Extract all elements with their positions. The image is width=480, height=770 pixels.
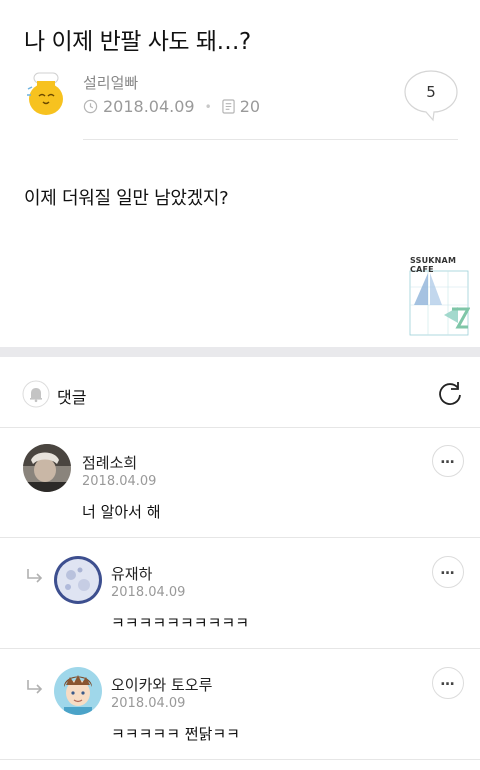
- refresh-icon[interactable]: [436, 380, 464, 408]
- reply-arrow-icon: [27, 569, 43, 583]
- commenter-avatar[interactable]: [23, 444, 71, 492]
- post-body: 이제 더워질 일만 남았겠지?: [24, 188, 229, 209]
- reply-arrow-icon: [27, 680, 43, 694]
- more-icon: …: [440, 673, 456, 689]
- post-title: 나 이제 반팔 사도 돼…?: [24, 29, 251, 55]
- post-meta: 2018.04.09 • 20: [83, 97, 260, 116]
- meta-separator: •: [204, 99, 212, 114]
- comment-text: ㅋㅋㅋㅋㅋㅋㅋㅋㅋㅋ: [111, 614, 250, 632]
- bell-icon: [22, 380, 50, 408]
- more-icon: …: [440, 562, 456, 578]
- comment-divider: [0, 537, 480, 538]
- commenter-name[interactable]: 유재하: [111, 563, 152, 584]
- comment-date: 2018.04.09: [111, 696, 186, 711]
- more-icon: …: [440, 451, 456, 467]
- header-divider: [83, 139, 458, 140]
- commenter-name[interactable]: 오이카와 토오루: [111, 674, 212, 695]
- comment-date: 2018.04.09: [111, 585, 186, 600]
- comments-label: 댓글: [57, 388, 87, 407]
- comment-divider: [0, 759, 480, 760]
- post-views: 20: [239, 97, 261, 116]
- comment-text: ㅋㅋㅋㅋㅋ 쩐닭ㅋㅋ: [111, 725, 240, 743]
- author-avatar[interactable]: [22, 69, 70, 117]
- comment-more-button[interactable]: …: [432, 667, 464, 699]
- document-icon: [222, 99, 235, 114]
- section-separator: [0, 347, 480, 357]
- commenter-avatar[interactable]: [54, 667, 102, 715]
- commenter-name[interactable]: 점례소희: [82, 452, 137, 473]
- comment-divider: [0, 648, 480, 649]
- comment-date: 2018.04.09: [82, 474, 157, 489]
- clock-icon: [83, 99, 98, 114]
- commenter-avatar[interactable]: [54, 556, 102, 604]
- comment-text: 너 알아서 해: [82, 503, 161, 521]
- comment-count[interactable]: 5: [404, 70, 458, 114]
- author-name[interactable]: 설리얼빠: [83, 72, 138, 93]
- comment-more-button[interactable]: …: [432, 556, 464, 588]
- comments-header-divider: [0, 427, 480, 428]
- comment-more-button[interactable]: …: [432, 445, 464, 477]
- watermark-text: SSUKNAM CAFE: [410, 256, 457, 274]
- post-date: 2018.04.09: [103, 97, 195, 116]
